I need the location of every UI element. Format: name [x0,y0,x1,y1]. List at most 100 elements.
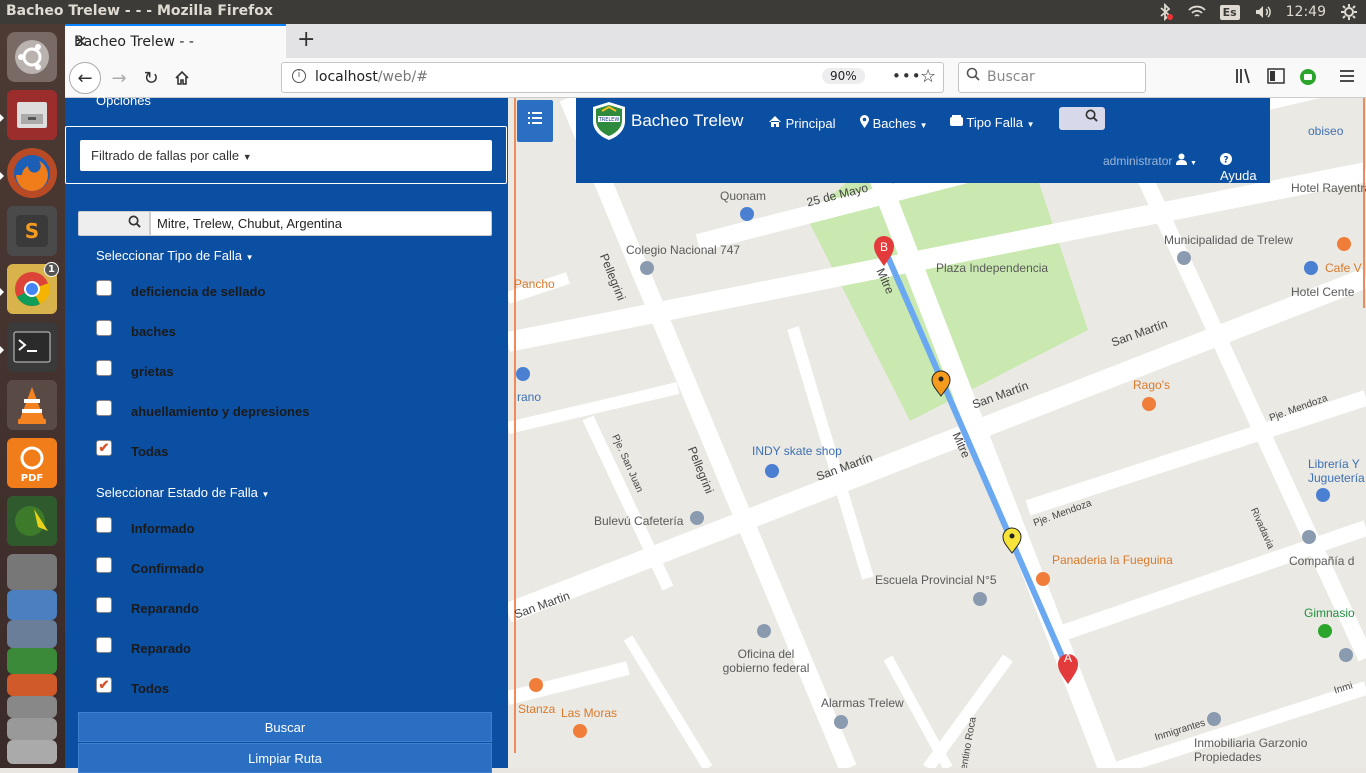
checkmark-icon: ✔ [98,440,110,455]
nav-baches-label: Baches [872,116,916,131]
browser-tab[interactable]: Bacheo Trelew - - ✕ [65,24,286,58]
limpiar-ruta-button[interactable]: Limpiar Ruta [78,743,492,773]
archive-icon[interactable] [7,554,57,590]
keyboard-layout-indicator[interactable]: Es [1219,4,1240,20]
software-center-icon[interactable] [7,674,57,696]
checkbox[interactable] [96,320,112,336]
sidebar-toggle-icon[interactable] [1267,68,1285,88]
map-menu-button[interactable] [517,100,553,142]
bluetooth-icon[interactable] [1156,3,1174,21]
trelew-logo-icon[interactable]: TRELEW [591,101,627,141]
system-tray: Es 12:49 [1156,0,1366,24]
nav-principal[interactable]: Principal [768,115,835,131]
url-bar[interactable]: i localhost/web/# 90% ••• ☆ [281,62,944,93]
back-arrow-icon[interactable]: ← [69,62,101,94]
browser-chrome: Bacheo Trelew - - ✕ + ← → ↻ i localhost/… [65,24,1366,98]
filter-panel: Filtrado de fallas por calle ▼ [65,126,507,184]
file-manager-icon[interactable] [7,90,57,140]
home-icon[interactable] [166,62,198,94]
library-icon[interactable] [1235,68,1253,88]
logo-text: TRELEW [598,117,620,123]
nav-ayuda[interactable]: ? Ayuda [1220,153,1270,183]
new-tab-icon[interactable]: + [297,27,315,52]
forward-arrow-icon[interactable]: → [103,62,135,94]
road-sign-icon [950,115,963,126]
page-actions-icon[interactable]: ••• [892,67,922,85]
ubuntu-dash-icon[interactable] [7,32,57,82]
pdf-reader-icon[interactable]: PDF [7,438,57,488]
street-search-button[interactable] [78,211,150,236]
checkbox[interactable] [96,597,112,613]
map-label: Hotel Cente [1291,285,1355,299]
list-icon [528,112,542,124]
buscar-button[interactable]: Buscar [78,712,492,742]
user-menu[interactable]: administrator ▼ [1103,153,1197,168]
site-info-icon[interactable]: i [292,69,306,83]
settings-gear-icon[interactable] [1340,3,1358,21]
tipo-falla-title[interactable]: Seleccionar Tipo de Falla ▼ [96,248,254,263]
map-label: Municipalidad de Trelew [1164,233,1293,247]
bookmark-star-icon[interactable]: ☆ [920,66,936,87]
checkbox[interactable] [96,280,112,296]
extension-icon[interactable] [1299,68,1317,90]
launcher-app-icon[interactable] [7,718,57,740]
wifi-icon[interactable] [1187,3,1206,21]
launcher-indicator [0,346,4,354]
map-label: Cafe V [1325,261,1362,275]
checkbox-label: Confirmado [131,561,204,576]
zoom-indicator[interactable]: 90% [822,68,865,84]
checkbox[interactable] [96,517,112,533]
impress-icon[interactable] [7,696,57,718]
map-label: Quonam [720,189,767,203]
checkbox[interactable] [96,360,112,376]
trash-icon[interactable] [7,740,57,764]
map-canvas[interactable]: B A [508,98,1366,768]
marker-b-label: B [880,240,888,254]
user-name: administrator [1103,154,1173,168]
reload-icon[interactable]: ↻ [135,62,167,94]
checkbox[interactable]: ✔ [96,440,112,456]
nav-baches[interactable]: Baches ▼ [860,115,928,131]
brand-title[interactable]: Bacheo Trelew [631,111,743,131]
filter-type-dropdown[interactable]: Filtrado de fallas por calle ▼ [80,140,492,171]
checkbox[interactable]: ✔ [96,677,112,693]
caret-down-icon: ▼ [245,253,254,262]
caret-down-icon: ▼ [1026,120,1035,129]
map-label: Rago's [1133,378,1170,392]
nav-tipo-falla-label: Tipo Falla [966,115,1023,130]
checkbox-label: deficiencia de sellado [131,284,266,299]
checkbox-label: Informado [131,521,195,536]
map-label: Alarmas Trelew [821,696,904,710]
checkbox[interactable] [96,637,112,653]
clock[interactable]: 12:49 [1286,4,1326,20]
firefox-icon[interactable] [7,148,57,198]
hamburger-menu-icon[interactable] [1339,68,1355,87]
sublime-text-icon[interactable]: S [7,206,57,256]
navbar-search-button[interactable] [1059,107,1105,130]
map-view[interactable]: B A Quonam Colegio Nacional 747 Plaza In… [508,98,1366,768]
calc-icon[interactable] [7,648,57,674]
terminal-icon[interactable] [7,322,57,372]
estado-falla-title[interactable]: Seleccionar Estado de Falla ▼ [96,485,269,500]
launcher-indicator [0,288,4,296]
settings-app-icon[interactable] [7,620,57,648]
close-tab-icon[interactable]: ✕ [74,32,278,51]
street-search-input[interactable] [150,211,492,236]
checkbox[interactable] [96,557,112,573]
url-path: /web/# [377,69,428,85]
map-label: Inmobiliaria Garzonio Propiedades [1194,736,1308,764]
map-label: obiseo [1308,124,1344,138]
chrome-icon[interactable]: 1 [7,262,59,314]
volume-icon[interactable] [1254,3,1272,21]
caret-down-icon: ▼ [919,121,928,130]
writer-icon[interactable] [7,590,57,620]
search-bar[interactable]: Buscar [958,62,1146,93]
nav-tipo-falla[interactable]: Tipo Falla ▼ [950,115,1035,130]
checkbox[interactable] [96,400,112,416]
map-label: Colegio Nacional 747 [626,243,741,257]
search-icon [128,215,141,228]
caret-down-icon: ▼ [1190,160,1197,167]
url-text: localhost/web/# [315,69,428,85]
vlc-icon[interactable] [7,380,57,430]
qgis-icon[interactable] [7,496,57,546]
